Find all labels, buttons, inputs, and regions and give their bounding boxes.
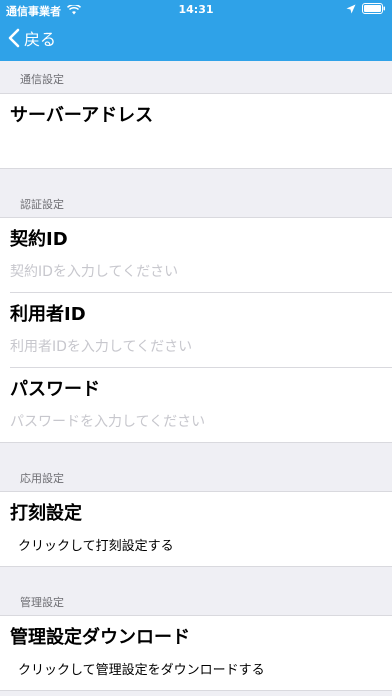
punch-settings-cell[interactable]: 打刻設定 クリックして打刻設定する [0, 492, 392, 566]
status-right-group [346, 3, 386, 17]
navigation-bar: 戻る [0, 20, 392, 61]
status-bar: 通信事業者 14:31 [0, 0, 392, 20]
back-label: 戻る [24, 30, 57, 49]
password-input[interactable] [10, 414, 370, 430]
contract-id-input[interactable] [10, 264, 370, 280]
management-download-subtitle: クリックして管理設定をダウンロードする [18, 663, 265, 678]
section-application: 打刻設定 クリックして打刻設定する [0, 491, 392, 567]
settings-list: 通信設定 サーバーアドレス 認証設定 契約ID 利用者ID パスワード 応用設定… [0, 61, 392, 691]
punch-settings-title: 打刻設定 [10, 503, 82, 524]
password-cell[interactable]: パスワード [0, 368, 392, 442]
contract-id-title: 契約ID [10, 229, 68, 250]
user-id-title: 利用者ID [10, 304, 86, 325]
clock: 14:31 [178, 3, 214, 16]
section-header-authentication: 認証設定 [0, 169, 392, 217]
section-management: 管理設定ダウンロード クリックして管理設定をダウンロードする [0, 615, 392, 691]
section-header-communication: 通信設定 [0, 61, 392, 93]
section-header-application: 応用設定 [0, 443, 392, 491]
management-download-title: 管理設定ダウンロード [10, 627, 190, 648]
section-authentication: 契約ID 利用者ID パスワード [0, 217, 392, 443]
password-title: パスワード [10, 379, 100, 400]
server-address-cell[interactable]: サーバーアドレス [0, 94, 392, 168]
battery-icon [362, 3, 386, 17]
chevron-left-icon [8, 28, 20, 52]
user-id-cell[interactable]: 利用者ID [0, 293, 392, 368]
server-address-input[interactable] [10, 138, 370, 154]
punch-settings-subtitle: クリックして打刻設定する [18, 539, 174, 554]
server-address-title: サーバーアドレス [10, 105, 154, 126]
management-download-cell[interactable]: 管理設定ダウンロード クリックして管理設定をダウンロードする [0, 616, 392, 690]
user-id-input[interactable] [10, 339, 370, 355]
location-arrow-icon [346, 4, 356, 17]
contract-id-cell[interactable]: 契約ID [0, 218, 392, 293]
back-button[interactable]: 戻る [8, 28, 56, 52]
section-header-management: 管理設定 [0, 567, 392, 615]
section-communication: サーバーアドレス [0, 93, 392, 169]
